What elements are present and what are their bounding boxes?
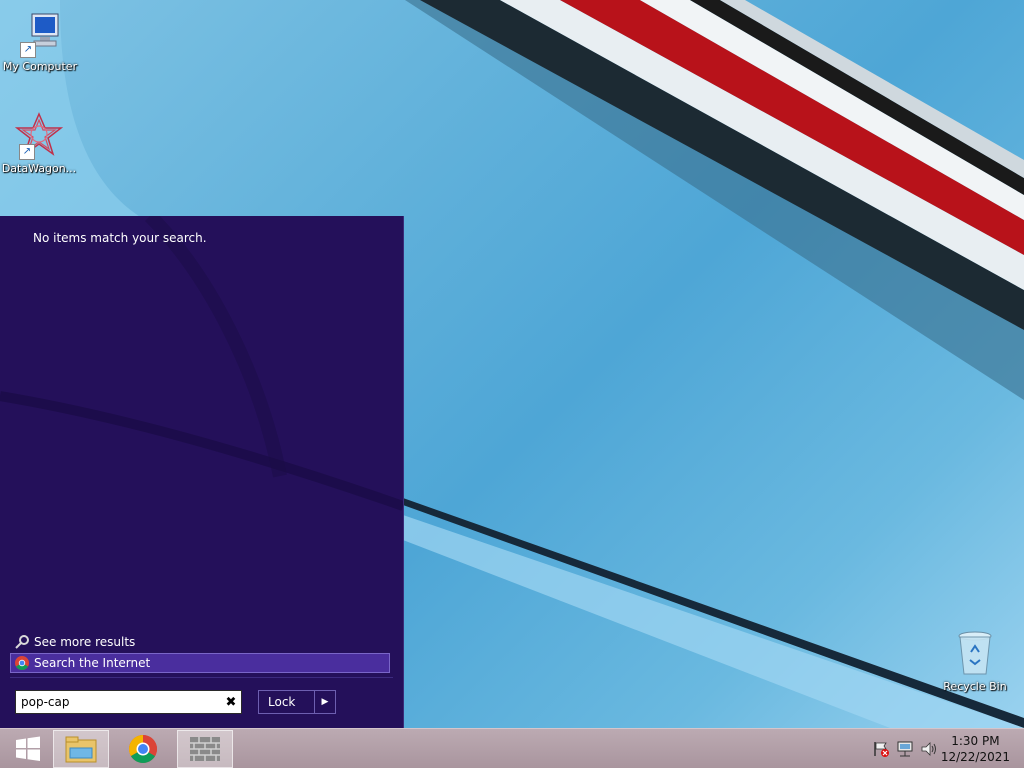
network-icon[interactable] [896,740,914,758]
clock-date: 12/22/2021 [940,750,1010,764]
action-center-flag-icon[interactable] [872,740,890,758]
chrome-icon [15,656,29,670]
desktop-icon-label: Recycle Bin [943,680,1007,693]
clock-time: 1:30 PM [951,734,1000,748]
start-search-input[interactable] [16,694,221,710]
divider [10,677,393,678]
recycle-bin-icon [951,630,999,678]
start-button[interactable] [0,730,56,768]
see-more-results-label: See more results [34,635,136,649]
start-search-box: ✖ [15,690,242,714]
shortcut-arrow-icon: ↗ [19,144,35,160]
computer-icon: ↗ [16,10,64,58]
lock-split-button: Lock ▶ [258,690,336,714]
taskbar-clock[interactable]: 1:30 PM 12/22/2021 [941,733,1010,765]
desktop-icon-label: DataWagon... [1,162,77,175]
taskbar-file-explorer[interactable] [53,730,109,768]
search-the-internet-item[interactable]: Search the Internet [10,653,390,673]
power-options-arrow-icon[interactable]: ▶ [314,691,335,713]
desktop-icon-recycle-bin[interactable]: Recycle Bin [935,630,1015,693]
brick-wall-icon [190,737,220,761]
datawagon-logo-icon: ↗ [14,112,64,160]
start-menu-background [0,216,403,511]
taskbar-wall-app[interactable] [177,730,233,768]
volume-icon[interactable] [920,740,938,758]
start-menu: No items match your search. See more res… [0,216,404,728]
chrome-icon [129,735,157,763]
clear-search-icon[interactable]: ✖ [221,695,241,710]
taskbar-chrome[interactable] [115,730,171,768]
shortcut-arrow-icon: ↗ [20,42,36,58]
folder-icon [65,736,97,763]
windows-logo-icon [16,736,40,761]
desktop-icon-label: My Computer [2,60,78,73]
taskbar: 1:30 PM 12/22/2021 [0,728,1024,768]
desktop-icon-datawagon[interactable]: ↗ DataWagon... [0,112,79,175]
search-icon [15,635,29,649]
desktop-icon-my-computer[interactable]: ↗ My Computer [0,10,80,73]
see-more-results-link[interactable]: See more results [14,634,135,650]
lock-button[interactable]: Lock [259,691,314,713]
system-tray [872,729,938,768]
no-results-message: No items match your search. [33,231,207,245]
search-the-internet-label: Search the Internet [34,656,151,670]
